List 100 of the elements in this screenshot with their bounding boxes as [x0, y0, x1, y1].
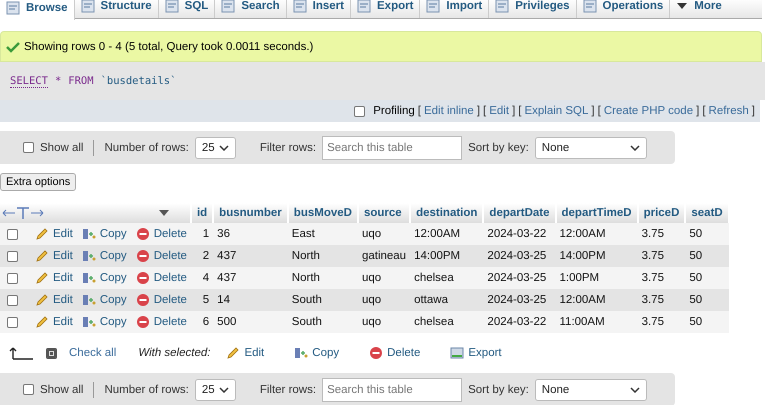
link[interactable]: Explain SQL — [524, 105, 588, 117]
column-header[interactable]: priceD — [638, 203, 686, 223]
row-checkbox[interactable] — [7, 250, 18, 262]
table-cell: 12:00AM — [556, 289, 638, 311]
row-checkbox[interactable] — [7, 316, 18, 328]
action-link[interactable]: Copy — [82, 271, 127, 285]
tab-icon — [6, 0, 20, 14]
table-cell: 12:00AM — [556, 223, 638, 245]
sql-table-name: `busdetails` — [100, 75, 176, 87]
action-link[interactable]: Delete — [136, 249, 187, 263]
bracket: [ — [518, 105, 522, 117]
tab[interactable]: Operations — [576, 0, 670, 18]
action-link[interactable]: Delete — [136, 315, 187, 329]
table-cell: North — [288, 245, 358, 267]
tab[interactable]: Privileges — [489, 0, 577, 18]
tab-icon — [426, 0, 440, 13]
column-header[interactable]: departDate — [483, 203, 556, 223]
bracket: [ — [702, 105, 706, 117]
action-link[interactable]: Copy — [82, 315, 127, 329]
table-cell: East — [288, 223, 358, 245]
tab[interactable]: Structure — [74, 0, 159, 18]
sort-select[interactable]: None — [534, 136, 647, 158]
caret-icon — [676, 1, 688, 11]
sort-select[interactable]: None — [534, 378, 647, 400]
delete-icon — [136, 271, 150, 285]
link[interactable]: Refresh — [708, 105, 749, 117]
column-header[interactable]: destination — [410, 203, 484, 223]
row-checkbox[interactable] — [7, 228, 18, 240]
success-message: Showing rows 0 - 4 (5 total, Query took 0.0011 seconds.) — [0, 31, 762, 62]
search-field[interactable]: Search this table — [322, 378, 462, 402]
checkbox[interactable] — [354, 106, 366, 116]
tab[interactable]: Browse — [0, 0, 75, 20]
table-cell: 50 — [685, 311, 729, 333]
column-header[interactable]: departTimeD — [556, 203, 638, 223]
table-cell: South — [288, 289, 358, 311]
bracket: ] — [512, 105, 516, 117]
extra-options-button[interactable]: Extra options — [0, 173, 76, 191]
checkbox[interactable] — [23, 142, 34, 153]
column-header[interactable]: source — [358, 203, 410, 223]
action-link[interactable]: Export — [450, 346, 502, 360]
checkbox[interactable] — [23, 384, 34, 395]
tab[interactable]: Import — [420, 0, 490, 18]
tab[interactable]: Insert — [286, 0, 351, 18]
link[interactable]: Edit inline — [424, 105, 474, 117]
chevron-icon — [630, 144, 640, 150]
table-cell: 50 — [685, 223, 729, 245]
action-link[interactable]: Edit — [35, 227, 73, 241]
column-header[interactable]: id — [190, 203, 214, 223]
column-header[interactable]: busnumber — [213, 203, 288, 223]
sort-label: Sort by key: — [468, 142, 529, 154]
table-cell: 50 — [685, 289, 729, 311]
pencil-icon — [226, 346, 240, 360]
tab[interactable]: SQL — [158, 0, 216, 18]
rows-label: Number of rows: — [104, 142, 189, 154]
action-link[interactable]: Edit — [35, 315, 73, 329]
column-header[interactable]: seatD — [685, 203, 729, 223]
action-link[interactable]: Edit — [35, 249, 73, 263]
table-cell: 14 — [213, 289, 288, 311]
action-link[interactable]: Delete — [369, 346, 420, 360]
checkbox[interactable] — [46, 348, 57, 358]
check-all-link[interactable]: Check all — [69, 347, 116, 359]
action-link[interactable]: Delete — [136, 293, 187, 307]
delete-icon — [136, 227, 150, 241]
table-cell: chelsea — [410, 311, 484, 333]
action-link[interactable]: Copy — [82, 249, 127, 263]
tab[interactable]: Export — [351, 0, 420, 18]
link[interactable]: Create PHP code — [604, 105, 694, 117]
table-cell: chelsea — [410, 267, 484, 289]
copy-icon — [82, 227, 96, 241]
sort-label: Sort by key: — [468, 384, 529, 396]
row-checkbox[interactable] — [7, 272, 18, 284]
column-header[interactable]: busMoveD — [288, 203, 358, 223]
table-cell: 6 — [190, 311, 214, 333]
table-cell: 4 — [190, 267, 214, 289]
filter-label: Filter rows: — [260, 142, 316, 154]
bracket: ] — [752, 105, 755, 117]
delete-icon — [136, 315, 150, 329]
action-link[interactable]: Edit — [35, 293, 73, 307]
action-link[interactable]: Delete — [136, 271, 187, 285]
action-link[interactable]: Edit — [35, 271, 73, 285]
tab[interactable]: More — [670, 0, 728, 18]
sql-keyword[interactable]: SELECT — [10, 74, 48, 88]
rows-select[interactable]: 25 — [194, 136, 236, 158]
link[interactable]: Edit — [489, 105, 510, 117]
tab-icon — [582, 0, 597, 13]
action-link[interactable]: Copy — [82, 293, 127, 307]
bracket: [ — [598, 105, 601, 117]
action-link[interactable]: Edit — [226, 346, 264, 360]
row-checkbox[interactable] — [7, 294, 18, 306]
action-link[interactable]: Copy — [294, 346, 340, 360]
dropdown-icon — [158, 209, 170, 217]
table-cell: 14:00PM — [556, 245, 638, 267]
action-link[interactable]: Delete — [136, 227, 187, 241]
rows-select[interactable]: 25 — [194, 378, 236, 400]
arrow-up-icon — [8, 345, 34, 361]
action-link[interactable]: Copy — [82, 227, 127, 241]
rows-label: Number of rows: — [104, 384, 189, 396]
table-cell: uqo — [358, 223, 410, 245]
tab[interactable]: Search — [215, 0, 287, 18]
search-field[interactable]: Search this table — [322, 136, 462, 160]
